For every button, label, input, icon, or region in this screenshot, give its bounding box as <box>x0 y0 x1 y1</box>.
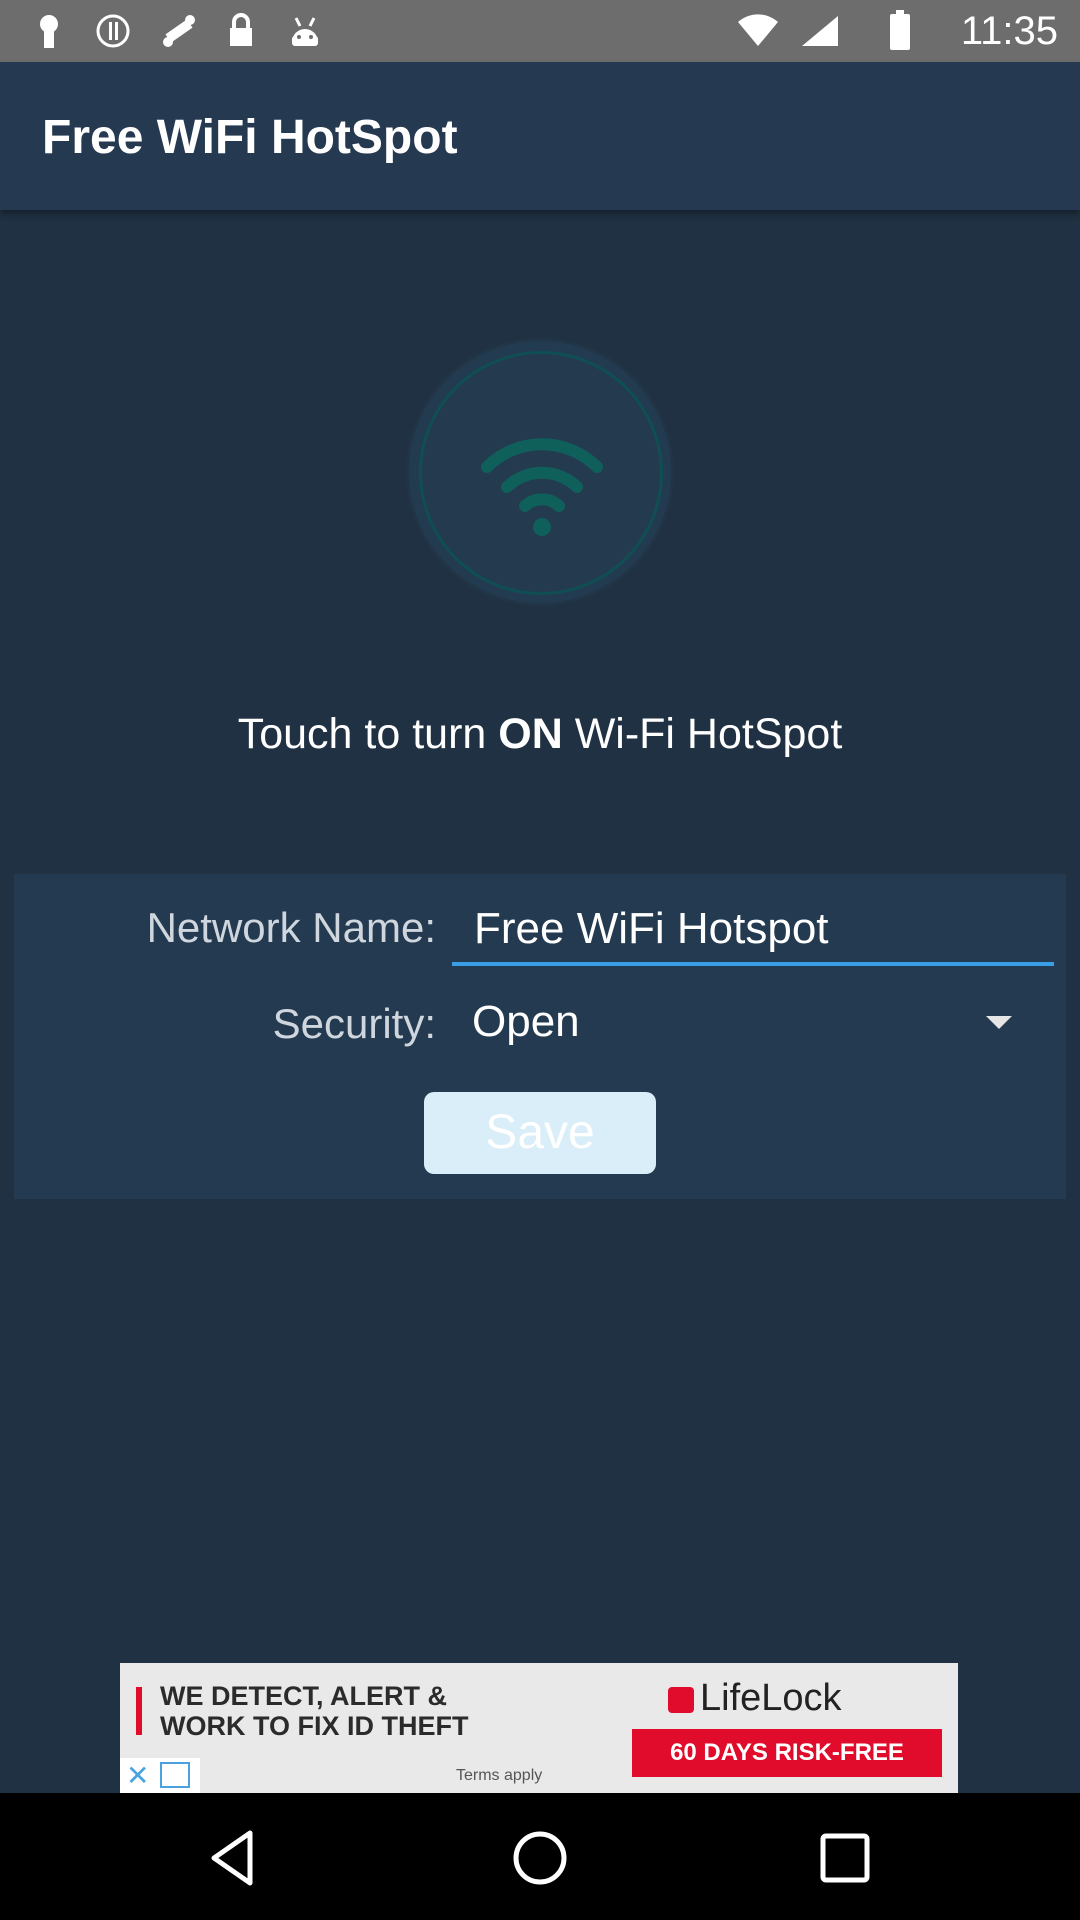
notification-icons <box>30 10 324 52</box>
ad-headline: WE DETECT, ALERT & WORK TO FIX ID THEFT <box>160 1681 469 1741</box>
lock-icon <box>222 12 260 50</box>
keyhole-icon <box>30 12 68 50</box>
app-bar: Free WiFi HotSpot <box>0 62 1080 210</box>
wifi-signal-icon <box>736 14 780 53</box>
hotspot-toggle-ring <box>419 351 663 595</box>
hotspot-toggle-button[interactable] <box>409 341 671 603</box>
ad-close-icon[interactable]: ✕ <box>126 1758 149 1793</box>
cell-signal-icon <box>800 14 840 53</box>
dropdown-caret-icon <box>986 1016 1012 1029</box>
info-icon <box>94 12 132 50</box>
back-icon[interactable] <box>200 1823 270 1893</box>
fake-gps-icon <box>158 12 196 50</box>
network-name-label: Network Name: <box>146 904 436 951</box>
settings-panel: Network Name: Free WiFi Hotspot Security… <box>14 874 1066 1199</box>
prompt-prefix: Touch to turn <box>237 710 499 758</box>
hotspot-prompt: Touch to turn ON Wi-Fi HotSpot <box>0 710 1080 759</box>
recents-icon[interactable] <box>810 1823 880 1893</box>
app-title: Free WiFi HotSpot <box>42 111 458 164</box>
battery-icon <box>888 10 912 57</box>
ad-brand-name: LifeLock <box>700 1677 842 1719</box>
security-value: Open <box>472 997 580 1046</box>
ad-cta-button[interactable]: 60 DAYS RISK-FREE <box>632 1729 942 1777</box>
status-bar: 11:35 <box>0 0 1080 62</box>
adchoices-icon[interactable] <box>160 1762 190 1788</box>
network-name-input[interactable]: Free WiFi Hotspot <box>452 894 1054 966</box>
prompt-suffix: Wi-Fi HotSpot <box>562 710 843 758</box>
ad-controls: ✕ <box>120 1758 200 1793</box>
home-icon[interactable] <box>505 1823 575 1893</box>
ad-brand: LifeLock <box>668 1677 842 1720</box>
clock: 11:35 <box>960 9 1058 53</box>
wifi-icon <box>481 438 603 536</box>
save-button[interactable]: Save <box>424 1092 656 1174</box>
ad-banner[interactable]: WE DETECT, ALERT & WORK TO FIX ID THEFT … <box>120 1663 958 1793</box>
lifelock-logo-icon <box>668 1686 694 1713</box>
android-icon <box>286 12 324 50</box>
navigation-bar <box>0 1793 1080 1920</box>
ad-accent-bar <box>136 1687 142 1735</box>
security-label: Security: <box>272 1000 436 1047</box>
prompt-on: ON <box>498 710 563 758</box>
ad-terms: Terms apply <box>456 1767 543 1784</box>
security-dropdown[interactable]: Open <box>452 984 1032 1060</box>
